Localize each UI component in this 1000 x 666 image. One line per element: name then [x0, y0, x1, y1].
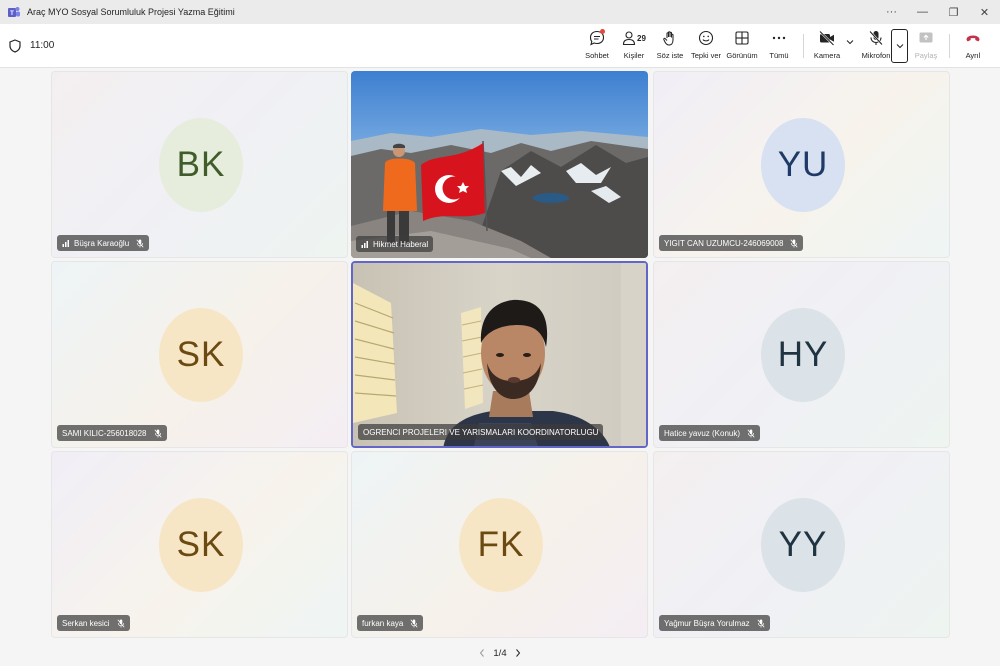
window-title: Araç MYO Sosyal Sorumluluk Projesi Yazma…	[27, 7, 235, 17]
participant-tile[interactable]: SK SAMI KILIC-256018028	[51, 261, 348, 448]
avatar: FK	[459, 498, 543, 592]
mic-options-dropdown[interactable]	[891, 29, 908, 63]
leave-button[interactable]: Ayrıl	[962, 29, 984, 63]
participant-name: YIGIT CAN UZUMCU-246069008	[664, 238, 784, 248]
mic-off-icon	[869, 30, 883, 46]
meeting-toolbar: 11:00 Sohbet 29 Kişiler Söz iste Tepki v…	[0, 24, 1000, 68]
minimize-button[interactable]: —	[907, 0, 938, 24]
avatar: YY	[761, 498, 845, 592]
signal-strength-icon	[361, 241, 368, 248]
people-icon	[622, 31, 636, 46]
chevron-right-icon[interactable]	[514, 648, 522, 658]
view-button[interactable]: Görünüm	[726, 29, 758, 63]
share-screen-icon	[919, 32, 933, 43]
participant-tile[interactable]: HY Hatice yavuz (Konuk)	[653, 261, 950, 448]
mic-label: Mikrofon	[861, 51, 891, 60]
chat-label: Sohbet	[585, 51, 609, 60]
avatar: SK	[159, 308, 243, 402]
active-speaker-video-tile[interactable]: OGRENCI PROJELERI VE YARISMALARI KOORDIN…	[351, 261, 648, 448]
participant-tile[interactable]: YY Yağmur Büşra Yorulmaz	[653, 451, 950, 638]
participant-name: Büşra Karaoğlu	[74, 238, 130, 248]
people-button[interactable]: 29 Kişiler	[619, 29, 649, 63]
unread-dot	[600, 29, 605, 34]
participant-name: Hatice yavuz (Konuk)	[664, 428, 741, 438]
participant-nameplate: Serkan kesici	[57, 615, 130, 631]
mic-muted-icon	[117, 619, 125, 627]
people-label: Kişiler	[623, 51, 645, 60]
camera-label: Kamera	[813, 51, 841, 60]
participant-nameplate: furkan kaya	[357, 615, 424, 631]
people-count: 29	[637, 33, 646, 43]
more-options-button[interactable]: ···	[876, 0, 907, 24]
avatar: YU	[761, 118, 845, 212]
participant-name: Serkan kesici	[62, 618, 110, 628]
teams-icon: T	[8, 7, 20, 17]
avatar: SK	[159, 498, 243, 592]
mountain-flag-video	[351, 71, 648, 258]
grid-view-icon	[735, 31, 749, 45]
toolbar-divider-2	[949, 34, 950, 58]
participant-name: Yağmur Büşra Yorulmaz	[664, 618, 750, 628]
mic-button[interactable]: Mikrofon	[861, 29, 891, 63]
participant-nameplate: YIGIT CAN UZUMCU-246069008	[659, 235, 804, 251]
more-button[interactable]: Tümü	[768, 29, 790, 63]
meeting-time: 11:00	[30, 40, 55, 51]
restore-button[interactable]: ❐	[938, 0, 969, 24]
avatar: BK	[159, 118, 243, 212]
participant-tile[interactable]: FK furkan kaya	[351, 451, 648, 638]
participant-video-tile[interactable]: Hikmet Haberal	[351, 71, 648, 258]
mic-muted-icon	[790, 239, 798, 247]
raise-hand-label: Söz iste	[656, 51, 684, 60]
raise-hand-icon	[663, 31, 674, 46]
view-label: Görünüm	[726, 51, 758, 60]
window-controls: ··· — ❐ ✕	[876, 0, 1000, 24]
signal-strength-icon	[62, 240, 69, 247]
camera-options-chevron-icon[interactable]	[845, 37, 855, 47]
chat-button[interactable]: Sohbet	[584, 29, 610, 63]
chevron-left-icon[interactable]	[478, 648, 486, 658]
raise-hand-button[interactable]: Söz iste	[656, 29, 684, 63]
chevron-down-icon	[896, 44, 903, 49]
participant-name: SAMI KILIC-256018028	[62, 428, 147, 438]
mic-muted-icon	[410, 619, 418, 627]
title-bar: T Araç MYO Sosyal Sorumluluk Projesi Yaz…	[0, 0, 1000, 24]
participant-name: OGRENCI PROJELERI VE YARISMALARI KOORDIN…	[363, 427, 599, 437]
participant-name: Hikmet Haberal	[373, 239, 429, 249]
participant-nameplate: Hatice yavuz (Konuk)	[659, 425, 761, 441]
react-button[interactable]: Tepki ver	[691, 29, 721, 63]
participant-nameplate: Hikmet Haberal	[356, 236, 434, 252]
avatar: HY	[761, 308, 845, 402]
more-label: Tümü	[769, 51, 789, 60]
share-button[interactable]: Paylaş	[913, 29, 939, 63]
toolbar-divider	[803, 34, 804, 58]
webcam-video	[353, 263, 646, 446]
hang-up-icon	[966, 35, 980, 42]
svg-text:T: T	[10, 11, 14, 17]
mic-muted-icon	[136, 239, 144, 247]
more-dots-icon	[772, 36, 786, 40]
mic-muted-icon	[757, 619, 765, 627]
camera-off-icon	[819, 30, 835, 46]
participant-nameplate: Büşra Karaoğlu	[57, 235, 150, 251]
share-label: Paylaş	[914, 51, 938, 60]
smile-icon	[698, 30, 714, 46]
page-indicator: 1/4	[493, 647, 507, 659]
participant-tile[interactable]: YU YIGIT CAN UZUMCU-246069008	[653, 71, 950, 258]
participant-name: furkan kaya	[362, 618, 404, 628]
participant-nameplate: SAMI KILIC-256018028	[57, 425, 167, 441]
close-button[interactable]: ✕	[969, 0, 1000, 24]
camera-button[interactable]: Kamera	[812, 29, 842, 63]
leave-label: Ayrıl	[965, 51, 981, 60]
participant-nameplate: Yağmur Büşra Yorulmaz	[659, 615, 770, 631]
shield-icon	[9, 39, 21, 53]
mic-muted-icon	[747, 429, 755, 437]
gallery-pager: 1/4	[478, 646, 522, 660]
react-label: Tepki ver	[691, 51, 722, 60]
participant-tile[interactable]: SK Serkan kesici	[51, 451, 348, 638]
participant-nameplate: OGRENCI PROJELERI VE YARISMALARI KOORDIN…	[358, 424, 604, 440]
participant-tile[interactable]: BK Büşra Karaoğlu	[51, 71, 348, 258]
mic-muted-icon	[153, 429, 162, 437]
